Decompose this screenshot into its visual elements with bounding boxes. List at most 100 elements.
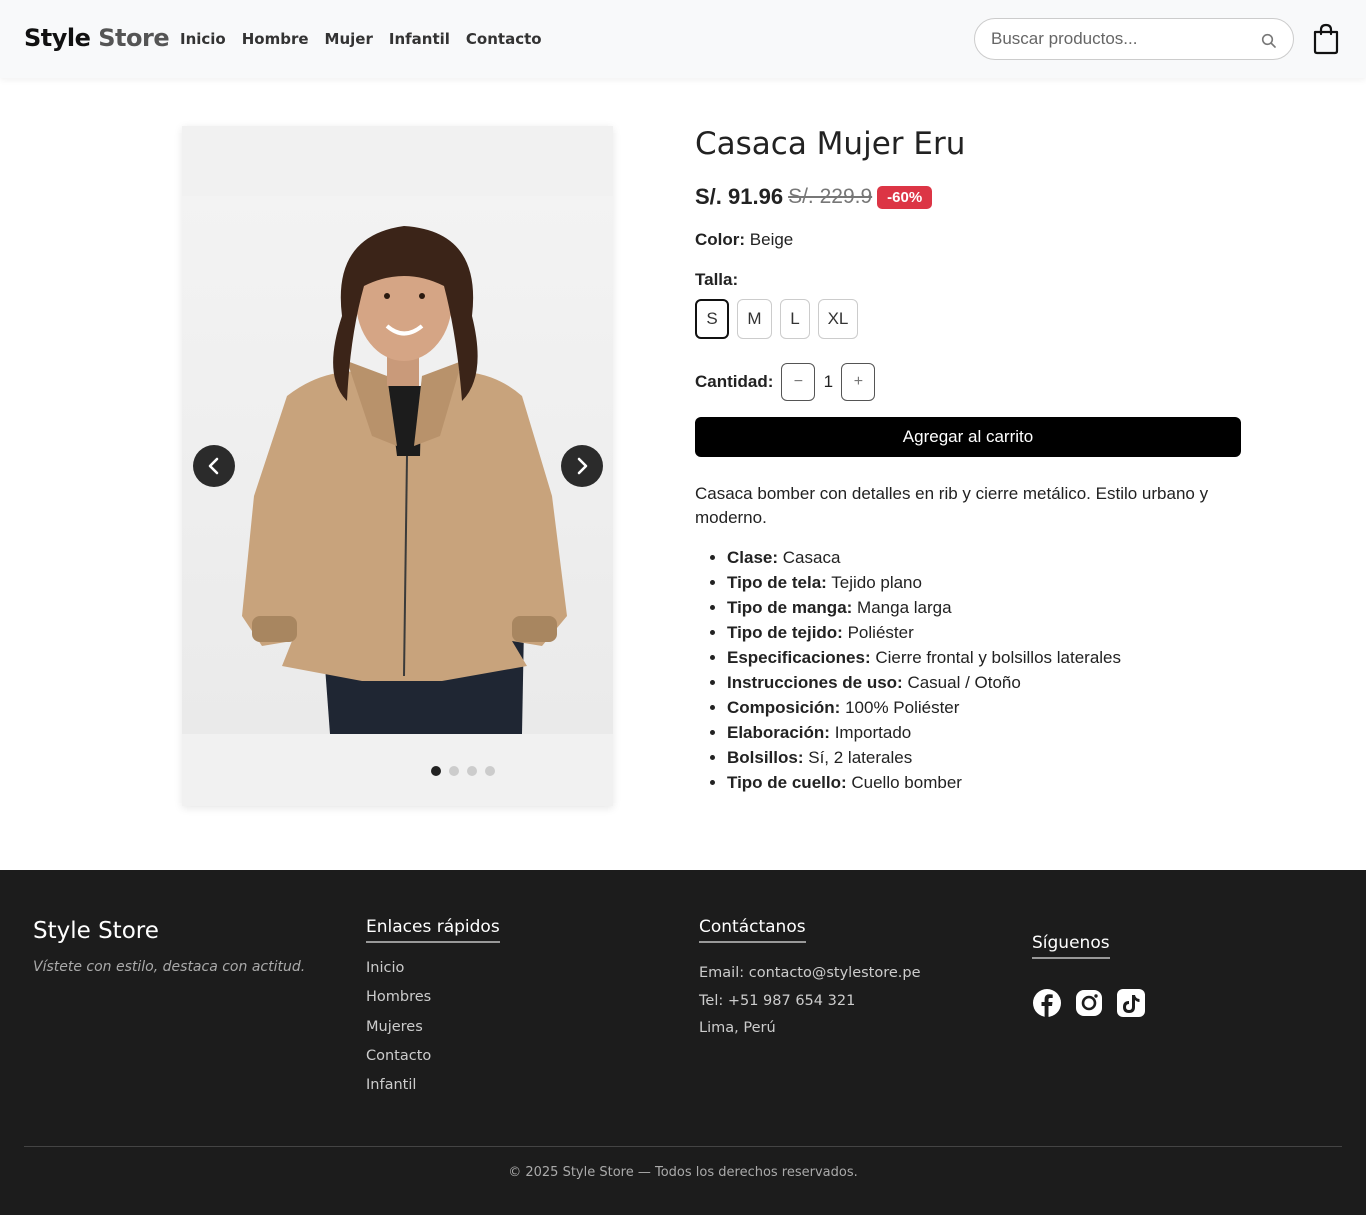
spec-key: Tipo de manga: [727,598,853,617]
spec-value: Tejido plano [831,573,922,592]
footer-links: Inicio Hombres Mujeres Contacto Infantil [366,960,431,1106]
spec-key: Elaboración: [727,723,830,742]
spec-value: Importado [834,723,912,742]
footer-divider [24,1146,1342,1147]
search-icon[interactable] [1261,33,1277,49]
product-image [182,196,613,734]
spec-item: Instrucciones de uso: Casual / Otoño [727,670,1121,695]
size-option-xl[interactable]: XL [818,299,858,339]
footer-link-contacto[interactable]: Contacto [366,1048,431,1077]
gallery-next-button[interactable] [561,445,603,487]
gallery-dot[interactable] [431,766,441,776]
quantity-label: Cantidad: [695,372,774,391]
spec-item: Tipo de cuello: Cuello bomber [727,770,1121,795]
logo[interactable]: Style Store [24,24,170,52]
current-price: S/. 91.96 [695,184,784,209]
footer-links-title: Enlaces rápidos [366,917,500,943]
spec-item: Especificaciones: Cierre frontal y bolsi… [727,645,1121,670]
footer-link-infantil[interactable]: Infantil [366,1077,431,1106]
contact-phone: Tel: +51 987 654 321 [699,992,856,1009]
chevron-right-icon [577,457,588,475]
nav-inicio[interactable]: Inicio [180,30,226,48]
spec-value: Manga larga [857,598,952,617]
copyright: © 2025 Style Store — Todos los derechos … [508,1165,858,1180]
spec-item: Tipo de tejido: Poliéster [727,620,1121,645]
spec-value: Poliéster [847,623,914,642]
nav-infantil[interactable]: Infantil [389,30,450,48]
spec-item: Elaboración: Importado [727,720,1121,745]
spec-item: Tipo de manga: Manga larga [727,595,1121,620]
spec-value: Cierre frontal y bolsillos laterales [875,648,1122,667]
discount-badge: -60% [877,185,933,209]
product-specs: Clase: Casaca Tipo de tela: Tejido plano… [727,545,1121,795]
spec-value: Casual / Otoño [907,673,1021,692]
shopping-bag-icon[interactable] [1312,23,1340,55]
contact-location: Lima, Perú [699,1020,776,1036]
footer-link-hombres[interactable]: Hombres [366,989,431,1018]
product-photo-illustration [242,226,567,734]
product-gallery [182,126,613,806]
spec-key: Tipo de tela: [727,573,827,592]
nav-mujer[interactable]: Mujer [325,30,373,48]
spec-item: Composición: 100% Poliéster [727,695,1121,720]
search-box [974,18,1294,60]
quantity-increase-button[interactable]: + [841,363,876,401]
color-value: Beige [749,230,794,249]
spec-key: Instrucciones de uso: [727,673,903,692]
size-option-l[interactable]: L [780,299,810,339]
site-footer: Style Store Vístete con estilo, destaca … [0,870,1366,1215]
size-option-m[interactable]: M [737,299,772,339]
footer-contact-title: Contáctanos [699,917,806,943]
logo-store: Store [98,24,170,52]
search-input[interactable] [991,29,1241,49]
spec-value: Sí, 2 laterales [808,748,913,767]
color-row: Color: Beige [695,230,793,250]
main-nav: Inicio Hombre Mujer Infantil Contacto [180,30,542,48]
price-row: S/. 91.96 S/. 229.9 -60% [695,184,933,210]
original-price: S/. 229.9 [788,185,873,208]
nav-contacto[interactable]: Contacto [466,30,542,48]
tiktok-icon[interactable] [1116,988,1146,1018]
footer-link-mujeres[interactable]: Mujeres [366,1019,431,1048]
footer-tagline: Vístete con estilo, destaca con actitud. [33,959,306,975]
gallery-dot[interactable] [467,766,477,776]
quantity-stepper: Cantidad: − 1 + [695,363,876,401]
spec-value: Casaca [782,548,841,567]
logo-style: Style [24,24,91,52]
gallery-prev-button[interactable] [193,445,235,487]
quantity-decrease-button[interactable]: − [781,363,816,401]
chevron-left-icon [208,457,219,475]
spec-key: Especificaciones: [727,648,871,667]
site-header: Style Store Inicio Hombre Mujer Infantil… [0,0,1366,78]
spec-key: Bolsillos: [727,748,804,767]
size-selector: S M L XL [695,299,858,339]
facebook-icon[interactable] [1032,988,1062,1018]
gallery-indicators [431,766,495,776]
instagram-icon[interactable] [1074,988,1104,1018]
add-to-cart-button[interactable]: Agregar al carrito [695,417,1241,457]
spec-item: Tipo de tela: Tejido plano [727,570,1121,595]
social-links [1032,988,1146,1018]
footer-brand: Style Store [33,918,159,944]
spec-value: Cuello bomber [851,773,962,792]
contact-email: Email: contacto@stylestore.pe [699,965,921,981]
nav-hombre[interactable]: Hombre [242,30,309,48]
spec-item: Bolsillos: Sí, 2 laterales [727,745,1121,770]
spec-key: Tipo de tejido: [727,623,843,642]
footer-social-title: Síguenos [1032,933,1110,959]
size-label: Talla: [695,270,739,289]
footer-link-inicio[interactable]: Inicio [366,960,431,989]
size-option-s[interactable]: S [695,299,729,339]
spec-item: Clase: Casaca [727,545,1121,570]
gallery-dot[interactable] [485,766,495,776]
spec-key: Composición: [727,698,841,717]
footer-contact: Email: contacto@stylestore.pe Tel: +51 9… [699,965,921,1048]
color-label: Color: [695,230,746,249]
product-description: Casaca bomber con detalles en rib y cier… [695,484,1209,527]
spec-key: Clase: [727,548,779,567]
quantity-value: 1 [823,372,834,391]
gallery-dot[interactable] [449,766,459,776]
spec-key: Tipo de cuello: [727,773,847,792]
spec-value: 100% Poliéster [845,698,960,717]
product-title: Casaca Mujer Eru [695,126,966,162]
